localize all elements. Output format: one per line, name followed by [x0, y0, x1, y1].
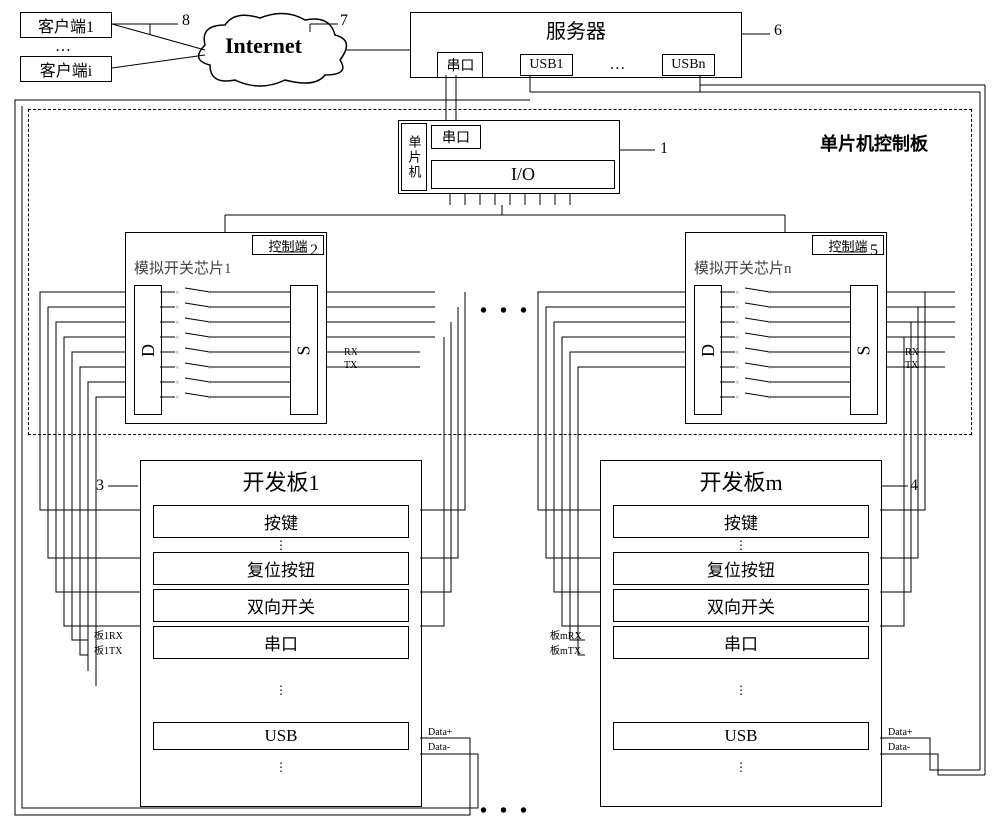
- chip1-S: S: [293, 345, 314, 355]
- chip1-name: 模拟开关芯片1: [134, 257, 232, 278]
- dev1-data-p: Data+: [428, 727, 453, 738]
- server-usb-dots: …: [609, 56, 625, 74]
- dev1-bidir: 双向开关: [153, 589, 409, 622]
- client-1-box: 客户端1: [20, 12, 112, 38]
- devm-dots1: ⋮: [601, 542, 881, 548]
- callout-8: 8: [182, 12, 190, 30]
- dev1-title: 开发板1: [141, 461, 421, 501]
- server-box: 服务器 串口 USB1 … USBn: [410, 12, 742, 78]
- mcu-board-label: 单片机控制板: [820, 130, 928, 156]
- server-usb1-port: USB1: [520, 54, 572, 76]
- chipn-D: D: [698, 344, 719, 357]
- callout-3: 3: [96, 477, 104, 495]
- devm-usb: USB: [613, 722, 869, 750]
- bottom-dots: • • •: [480, 800, 531, 823]
- chip-dots: • • •: [480, 300, 531, 323]
- devm-btn: 按键: [613, 505, 869, 538]
- chipn-rx: RX: [905, 347, 919, 358]
- system-diagram: 客户端1 … 客户端i Internet 服务器 串口 USB1 … USBn …: [10, 10, 990, 819]
- devm-dots2: ⋮: [601, 663, 881, 718]
- dev1-data-m: Data-: [428, 742, 450, 753]
- devm-bidir: 双向开关: [613, 589, 869, 622]
- devm-data-m: Data-: [888, 742, 910, 753]
- dev1-btn: 按键: [153, 505, 409, 538]
- dev1-serial: 串口: [153, 626, 409, 659]
- mcu-chip-label: 单片机: [405, 135, 424, 180]
- mcu-serial: 串口: [431, 125, 481, 149]
- devm-rx-label: 板mRX: [550, 627, 582, 642]
- chip1-rx: RX: [344, 347, 358, 358]
- dev-board-1: 开发板1 按键 ⋮ 复位按钮 双向开关 串口 ⋮ USB ⋮: [140, 460, 422, 807]
- dev1-dots1: ⋮: [141, 542, 421, 548]
- server-title: 服务器: [411, 15, 741, 44]
- devm-dots3: ⋮: [601, 754, 881, 781]
- dev1-usb: USB: [153, 722, 409, 750]
- server-usbn-port: USBn: [662, 54, 714, 76]
- devm-data-p: Data+: [888, 727, 913, 738]
- dev1-rx-label: 板1RX: [94, 627, 123, 642]
- client-1-label: 客户端1: [38, 13, 94, 37]
- callout-6: 6: [774, 22, 782, 40]
- client-dots: …: [55, 38, 71, 56]
- chipn-ctrl: 控制端: [812, 235, 884, 255]
- chipn-tx: TX: [905, 360, 918, 371]
- mcu-io: I/O: [431, 160, 615, 189]
- devm-serial: 串口: [613, 626, 869, 659]
- client-i-box: 客户端i: [20, 56, 112, 82]
- analog-switch-chip-1: 控制端 模拟开关芯片1 D S: [125, 232, 327, 424]
- callout-4: 4: [910, 477, 918, 495]
- internet-cloud-label: Internet: [225, 33, 302, 59]
- devm-title: 开发板m: [601, 461, 881, 501]
- chip1-tx: TX: [344, 360, 357, 371]
- chip1-ctrl: 控制端: [252, 235, 324, 255]
- dev1-dots2: ⋮: [141, 663, 421, 718]
- chipn-S: S: [853, 345, 874, 355]
- dev1-tx-label: 板1TX: [94, 642, 122, 657]
- devm-tx-label: 板mTX: [550, 642, 581, 657]
- chipn-name: 模拟开关芯片n: [694, 257, 792, 278]
- dev1-reset: 复位按钮: [153, 552, 409, 585]
- devm-reset: 复位按钮: [613, 552, 869, 585]
- chip1-D: D: [138, 344, 159, 357]
- server-serial-port: 串口: [437, 52, 483, 78]
- dev1-dots3: ⋮: [141, 754, 421, 781]
- analog-switch-chip-n: 控制端 模拟开关芯片n D S: [685, 232, 887, 424]
- callout-7: 7: [340, 12, 348, 30]
- dev-board-m: 开发板m 按键 ⋮ 复位按钮 双向开关 串口 ⋮ USB ⋮: [600, 460, 882, 807]
- client-i-label: 客户端i: [40, 57, 92, 81]
- mcu-box: 单片机 串口 I/O: [398, 120, 620, 194]
